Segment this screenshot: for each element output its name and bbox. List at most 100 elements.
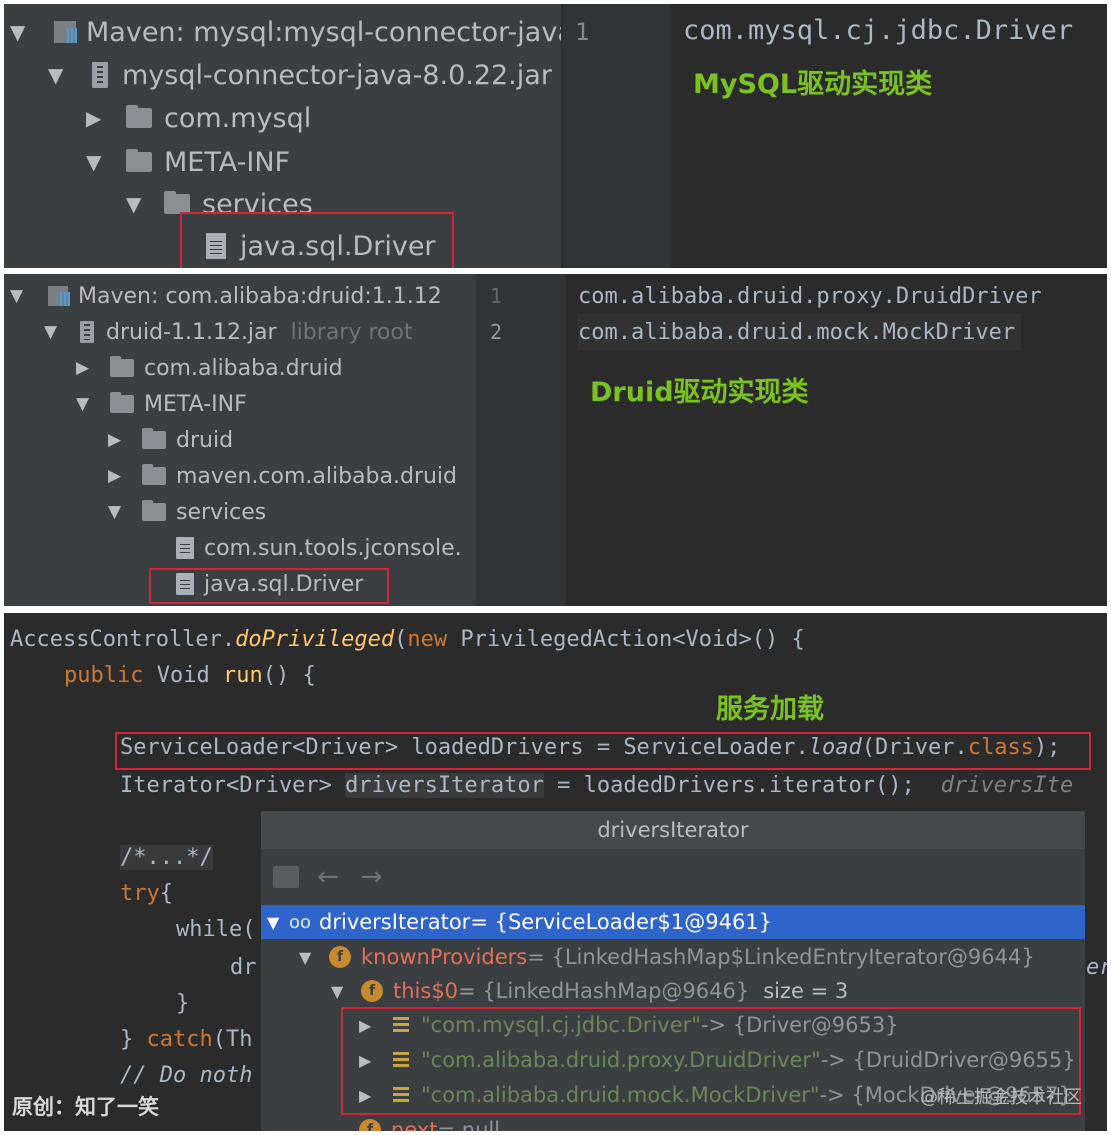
folder-icon (142, 500, 166, 521)
tree-label: maven.com.alibaba.druid (176, 463, 458, 489)
code-token: Iterator<Driver> (120, 773, 346, 798)
chevron-down-icon[interactable]: ▼ (331, 982, 361, 1001)
tree-label: services (176, 499, 267, 525)
tree-label: com.mysql (164, 102, 312, 134)
tree-label: Maven: mysql:mysql-connector-java: (86, 16, 561, 48)
chevron-right-icon[interactable]: ▶ (76, 358, 110, 378)
folder-icon (142, 428, 166, 449)
code-editor-druid[interactable]: com.alibaba.druid.proxy.DruidDriver com.… (568, 274, 1107, 606)
field-icon: f (359, 1119, 381, 1131)
popup-toolbar: ← → (261, 849, 1085, 905)
code-token: run (222, 663, 263, 688)
author-watermark: 原创：知了一笑 (12, 1095, 159, 1119)
site-watermark: @稀土掘金技术社区 (920, 1087, 1082, 1108)
tree-row-druid-folder[interactable]: ▶ druid (108, 422, 233, 458)
chevron-right-icon[interactable]: ▶ (108, 466, 142, 486)
chevron-down-icon[interactable]: ▼ (108, 502, 142, 522)
code-token: ( (394, 627, 408, 652)
debug-var-name: knownProviders (361, 945, 528, 969)
chevron-down-icon[interactable]: ▼ (76, 394, 110, 414)
code-line-current: com.alibaba.druid.mock.MockDriver (578, 314, 1022, 350)
code-token: driversIterator (345, 773, 544, 798)
code-line: com.mysql.cj.jdbc.Driver (683, 14, 1074, 46)
debug-var-value: = {ServiceLoader$1@9461} (470, 910, 773, 934)
inline-debug-hint: driversIte (940, 773, 1074, 798)
code-token: = loadedDrivers.iterator(); (543, 773, 915, 798)
chevron-down-icon[interactable]: ▼ (48, 63, 92, 87)
code-line-close-brace: } (176, 991, 190, 1016)
code-editor-mysql[interactable]: com.mysql.cj.jdbc.Driver MySQL驱动实现类 (671, 4, 1107, 268)
debug-var-value: = null (437, 1118, 501, 1131)
tree-row-services[interactable]: ▼ services (108, 494, 266, 530)
chevron-down-icon[interactable]: ▼ (299, 948, 329, 967)
code-line-folded-comment[interactable]: /*...*/ (120, 845, 213, 870)
code-line: com.alibaba.druid.proxy.DruidDriver (578, 283, 1042, 309)
maven-library-icon (54, 21, 78, 43)
tree-row-meta-inf[interactable]: ▼ META-INF (76, 386, 247, 422)
caption-druid: Druid驱动实现类 (590, 377, 809, 408)
tree-label: druid-1.1.12.jar (106, 319, 277, 345)
code-token: } (120, 1027, 147, 1052)
debug-var-name: next (391, 1118, 438, 1131)
debug-size-label: size = 3 (763, 979, 849, 1003)
code-debug-panel: AccessController.doPrivileged(new Privil… (4, 613, 1107, 1131)
tree-row-maven-folder[interactable]: ▶ maven.com.alibaba.druid (108, 458, 457, 494)
tree-row-jconsole-file[interactable]: com.sun.tools.jconsole. (176, 530, 462, 566)
line-gutter: 1 (563, 4, 671, 268)
forward-arrow-icon[interactable]: → (361, 862, 383, 892)
tree-label: com.alibaba.druid (144, 355, 343, 381)
debug-node-known-providers[interactable]: ▼ f knownProviders = {LinkedHashMap$Link… (261, 940, 1085, 974)
code-token: Void (143, 663, 223, 688)
chevron-down-icon[interactable]: ▼ (44, 322, 80, 342)
caption-mysql: MySQL驱动实现类 (693, 69, 933, 100)
project-tree-druid: ▼ Maven: com.alibaba:druid:1.1.12 ▼ drui… (4, 274, 476, 606)
chevron-down-icon[interactable]: ▼ (86, 150, 126, 174)
jar-icon (80, 321, 94, 343)
code-line-comment: // Do noth (120, 1063, 253, 1088)
chevron-down-icon[interactable]: ▼ (267, 913, 289, 932)
chevron-right-icon[interactable]: ▶ (86, 106, 126, 130)
tree-row-com-alibaba-druid[interactable]: ▶ com.alibaba.druid (76, 350, 343, 386)
debug-node-root[interactable]: ▼ oo driversIterator = {ServiceLoader$1@… (261, 905, 1085, 939)
tree-label: mysql-connector-java-8.0.22.jar (122, 59, 552, 91)
tree-label: druid (176, 427, 234, 453)
field-icon: f (361, 980, 383, 1002)
tree-row-com-mysql[interactable]: ▶ com.mysql (86, 98, 311, 138)
debug-var-name: this$0 (393, 979, 459, 1003)
tree-row-maven-mysql[interactable]: ▼ Maven: mysql:mysql-connector-java: (10, 12, 561, 52)
chevron-down-icon[interactable]: ▼ (126, 192, 164, 216)
mysql-jar-panel: ▼ Maven: mysql:mysql-connector-java: ▼ m… (4, 4, 1107, 268)
back-arrow-icon[interactable]: ← (317, 862, 339, 892)
tree-view-icon[interactable] (273, 866, 299, 888)
debug-node-next[interactable]: f next = null (261, 1113, 1085, 1131)
folder-icon (126, 149, 152, 172)
code-token: catch (146, 1027, 213, 1052)
tree-row-druid-jar[interactable]: ▼ druid-1.1.12.jar library root (44, 314, 412, 350)
code-token: () { (262, 663, 316, 688)
jar-icon (92, 62, 108, 88)
file-icon (176, 537, 194, 559)
chevron-down-icon[interactable]: ▼ (10, 20, 44, 44)
highlight-box-mysql-driver-file (180, 212, 454, 268)
code-token: AccessController. (10, 627, 236, 652)
highlight-box-druid-driver-file (149, 568, 389, 604)
code-token: { (159, 881, 173, 906)
folder-icon (142, 464, 166, 485)
field-icon: f (329, 946, 351, 968)
tree-row-meta-inf[interactable]: ▼ META-INF (86, 142, 290, 182)
debug-node-this0[interactable]: ▼ f this$0 = {LinkedHashMap@9646} size =… (261, 974, 1085, 1008)
code-line-try: try{ (120, 881, 173, 906)
chevron-right-icon[interactable]: ▶ (108, 430, 142, 450)
code-line-while: while( (176, 917, 256, 942)
tree-row-jar-mysql[interactable]: ▼ mysql-connector-java-8.0.22.jar (48, 55, 552, 95)
popup-title: driversIterator (261, 811, 1085, 849)
code-token: doPrivileged (235, 627, 395, 652)
code-token: try (120, 881, 160, 906)
code-token: (Th (212, 1027, 253, 1052)
tree-label: com.sun.tools.jconsole. (204, 535, 462, 561)
debug-var-value: = {LinkedHashMap@9646} (458, 979, 750, 1003)
tree-row-maven-druid[interactable]: ▼ Maven: com.alibaba:druid:1.1.12 (10, 278, 442, 314)
chevron-down-icon[interactable]: ▼ (10, 286, 40, 306)
line-number: 1 (575, 18, 590, 46)
line-number: 1 (490, 284, 503, 308)
